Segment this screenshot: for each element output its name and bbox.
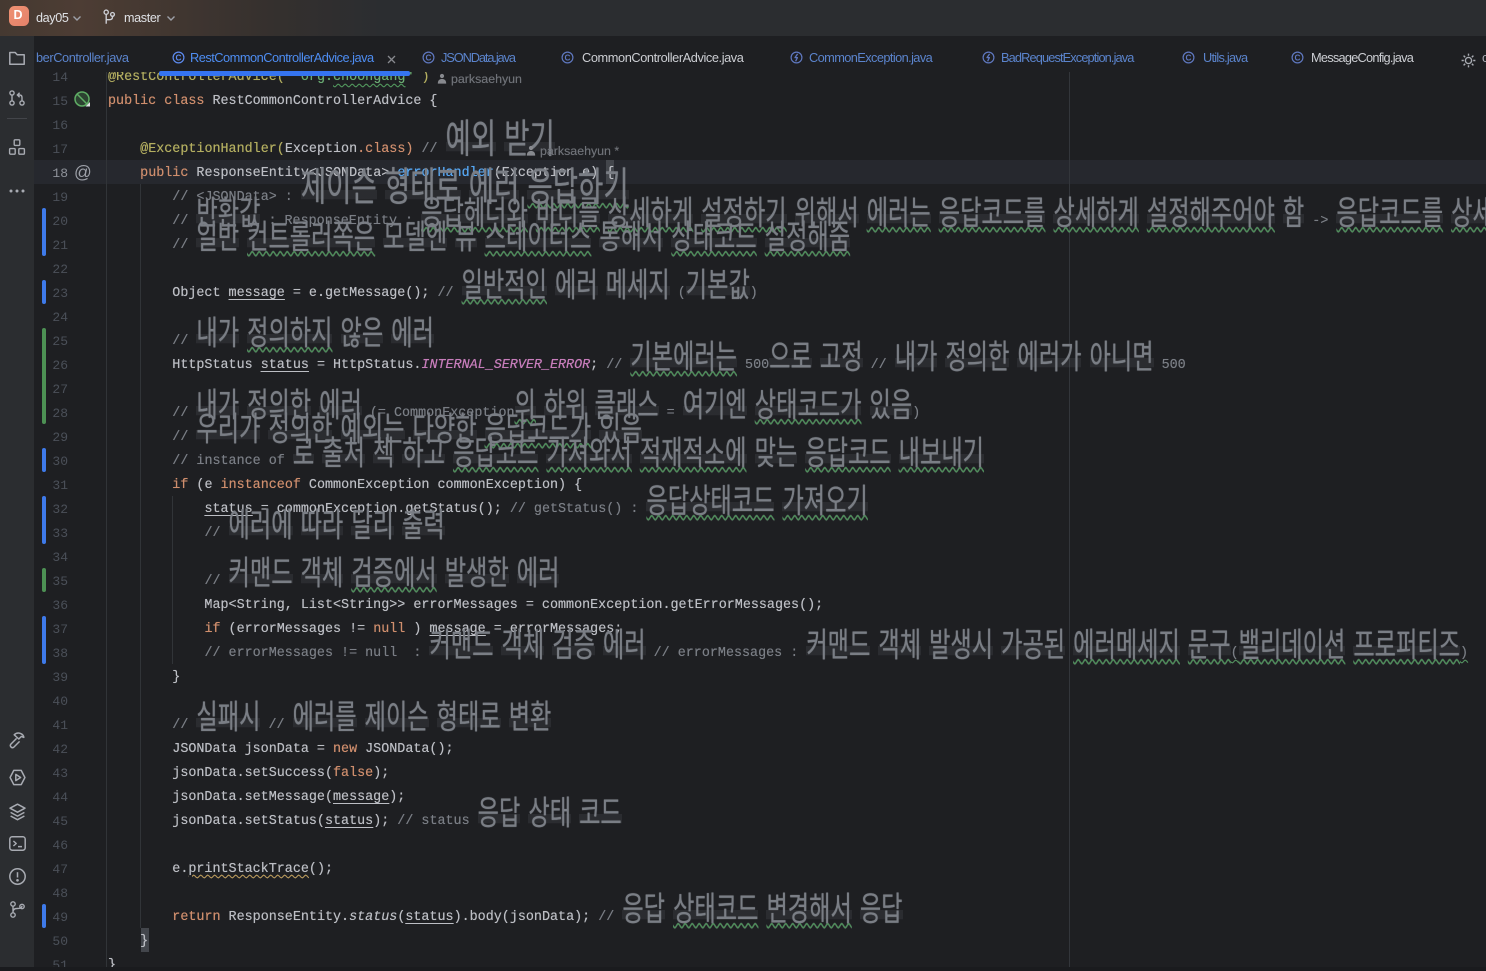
svg-text:C: C [565, 53, 571, 62]
svg-text:C: C [1295, 53, 1301, 62]
svg-text:C: C [1186, 53, 1192, 62]
svg-text:C: C [176, 53, 182, 62]
svg-text:C: C [426, 53, 432, 62]
